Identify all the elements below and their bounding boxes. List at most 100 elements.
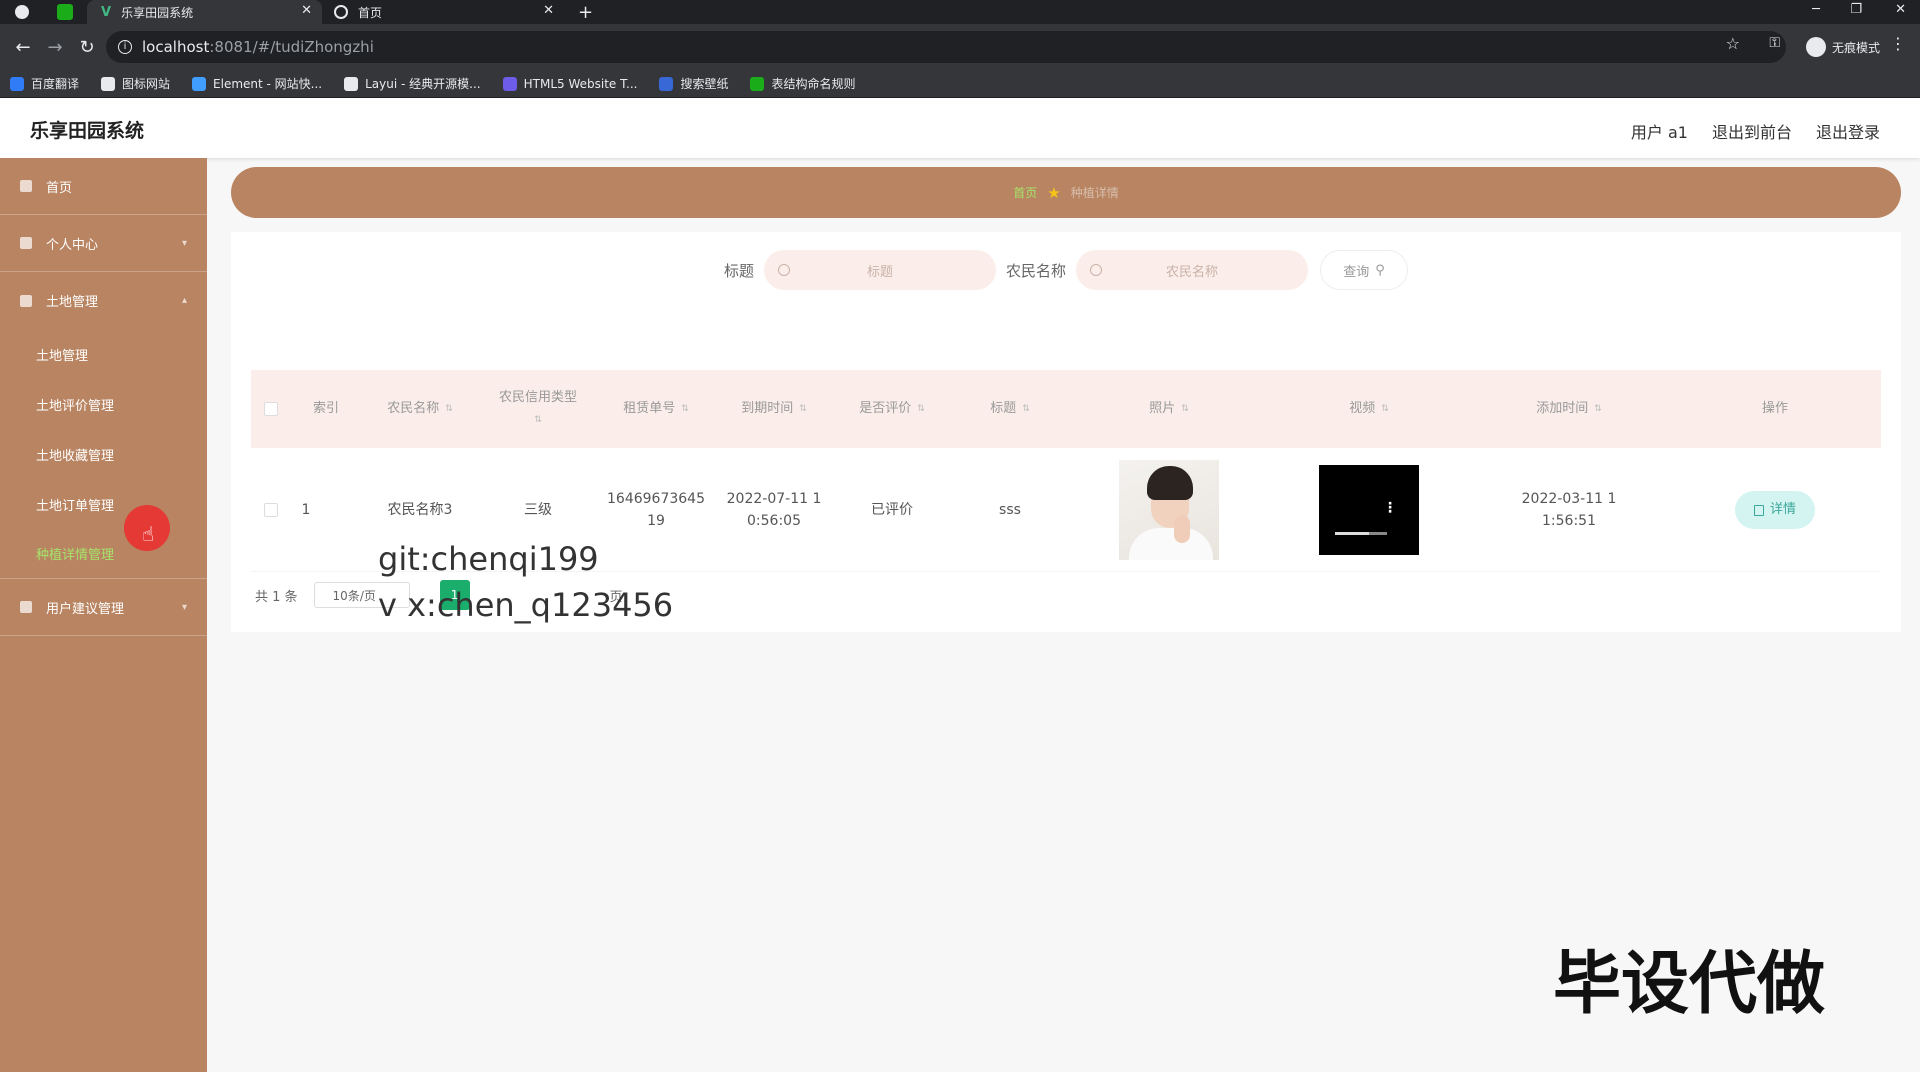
suggestion-icon (20, 601, 32, 613)
column-header[interactable]: 农民名称 ⇅ (361, 370, 479, 448)
column-header-label: 添加时间 (1536, 401, 1589, 416)
select-all-checkbox[interactable] (264, 402, 278, 416)
column-header[interactable]: 照片 ⇅ (1069, 370, 1269, 448)
star-icon: ★ (1047, 183, 1061, 202)
sort-icon[interactable]: ⇅ (1381, 398, 1389, 420)
video-player[interactable]: ⋮ (1319, 465, 1419, 555)
query-button[interactable]: 查询 ⚲ (1320, 250, 1409, 290)
browser-menu-icon[interactable]: ⋮ (1890, 34, 1906, 53)
bookmark-label: 图标网站 (122, 77, 171, 91)
farmer-name-label: 农民名称 (1006, 261, 1067, 280)
sort-icon[interactable]: ⇅ (445, 398, 453, 420)
info-icon[interactable]: i (118, 40, 132, 54)
forward-icon[interactable]: → (46, 37, 64, 58)
row-select-cell (251, 448, 291, 572)
app-title: 乐享田园系统 (30, 120, 145, 142)
farmer-name-search-input[interactable]: 农民名称 (1076, 250, 1309, 290)
sidebar-item-home[interactable]: 首页 (0, 158, 207, 215)
sort-icon[interactable]: ⇅ (534, 409, 542, 431)
detail-button[interactable]: 详情 (1735, 491, 1815, 529)
select-all-cell (251, 370, 291, 448)
sidebar-subitem-land-order[interactable]: 土地订单管理 (0, 479, 207, 529)
sidebar-subitem-planting-detail[interactable]: 种植详情管理 (0, 529, 207, 579)
chevron-down-icon: ▾ (181, 237, 187, 249)
sort-icon[interactable]: ⇅ (799, 398, 807, 420)
expire-time-line: 0:56:05 (747, 513, 801, 529)
title-placeholder: 标题 (866, 264, 893, 280)
video-progress-bar[interactable] (1335, 532, 1387, 535)
sidebar-subitem-land-favorite[interactable]: 土地收藏管理 (0, 429, 207, 479)
bookmark-star-icon[interactable]: ☆ (1726, 34, 1740, 53)
table-header: 索引 农民名称 ⇅ 农民信用类型 ⇅ 租赁单号 ⇅ 到期时间 ⇅ 是否评价 ⇅ 标题 ⇅ 照… (251, 370, 1881, 448)
bookmark-item[interactable]: 图标网站 (101, 75, 170, 92)
query-button-label: 查询 (1343, 264, 1370, 280)
column-header[interactable]: 视频 ⇅ (1269, 370, 1469, 448)
row-checkbox[interactable] (264, 503, 278, 517)
video-cell: ⋮ (1269, 448, 1469, 572)
bookmarks-bar: 百度翻译 图标网站 Element - 网站快... Layui - 经典开源模… (0, 70, 1920, 98)
breadcrumb-home[interactable]: 首页 (1013, 184, 1037, 201)
title-cell: sss (999, 502, 1021, 518)
new-tab-icon[interactable]: + (578, 2, 593, 23)
farmer-photo[interactable] (1119, 460, 1219, 560)
sort-icon[interactable]: ⇅ (681, 398, 689, 420)
sidebar-subitem-land[interactable]: 土地管理 (0, 329, 207, 379)
bookmark-item[interactable]: HTML5 Website T... (502, 76, 637, 91)
bookmark-item[interactable]: 表结构命名规则 (750, 75, 855, 92)
watermark-corner: 毕设代做 (1553, 945, 1826, 1024)
bookmark-item[interactable]: Layui - 经典开源模... (344, 75, 481, 92)
sort-icon[interactable]: ⇅ (1594, 398, 1602, 420)
title-search-input[interactable]: 标题 (764, 250, 996, 290)
farmer-name-placeholder: 农民名称 (1166, 264, 1219, 280)
restore-icon[interactable]: ❐ (1850, 2, 1862, 17)
search-bar: 标题 标题 农民名称 农民名称 查询 ⚲ (231, 250, 1901, 290)
sort-icon[interactable]: ⇅ (917, 398, 925, 420)
chevron-up-icon: ▴ (181, 295, 187, 306)
sidebar-item-profile[interactable]: 个人中心 ▾ (0, 215, 207, 272)
sidebar-item-land[interactable]: 土地管理 ▴ (0, 272, 207, 329)
watermark-contact: v x:chen_q123456 (378, 586, 674, 624)
column-header-label: 到期时间 (741, 401, 794, 416)
window-close-icon[interactable]: ✕ (1895, 2, 1906, 17)
search-icon: ⚲ (1375, 262, 1385, 278)
sort-icon[interactable]: ⇅ (1022, 398, 1030, 420)
reload-icon[interactable]: ↻ (78, 37, 96, 58)
photo-shirt (1129, 528, 1213, 560)
video-menu-icon[interactable]: ⋮ (1383, 497, 1397, 519)
browser-tab-bar: V 乐享田园系统 ✕ 首页 ✕ + ─ ❐ ✕ (0, 0, 1920, 24)
column-header[interactable]: 添加时间 ⇅ (1469, 370, 1669, 448)
hand-cursor-icon: ☝ (142, 522, 155, 546)
profile-button[interactable]: 无痕模式 (1805, 37, 1880, 57)
back-icon[interactable]: ← (14, 37, 32, 58)
column-header[interactable]: 到期时间 ⇅ (715, 370, 833, 448)
logout-link[interactable]: 退出登录 (1816, 119, 1880, 143)
column-header[interactable]: 是否评价 ⇅ (833, 370, 951, 448)
tab-app[interactable]: V 乐享田园系统 ✕ (87, 0, 322, 24)
incognito-icon (1805, 37, 1826, 57)
close-icon[interactable]: ✕ (543, 3, 554, 18)
sort-icon[interactable]: ⇅ (1181, 398, 1189, 420)
close-icon[interactable]: ✕ (301, 3, 312, 18)
globe-icon (334, 5, 348, 19)
bookmark-item[interactable]: 搜索壁纸 (659, 75, 728, 92)
watermark-git: git:chenqi199 (378, 540, 599, 578)
url-host: localhost (142, 38, 210, 56)
back-to-frontend-link[interactable]: 退出到前台 (1712, 119, 1792, 143)
tab-home[interactable]: 首页 ✕ (334, 0, 564, 24)
bookmark-item[interactable]: 百度翻译 (10, 75, 79, 92)
key-icon[interactable]: ⚿ (1769, 35, 1780, 51)
sidebar-item-label: 用户建议管理 (46, 601, 125, 617)
added-time-cell: 2022-03-11 1 1:56:51 (1469, 448, 1669, 572)
column-header[interactable]: 租赁单号 ⇅ (597, 370, 715, 448)
url-input[interactable]: i localhost:8081/#/tudiZhongzhi (106, 31, 1786, 63)
app-favicon-icon[interactable] (57, 4, 73, 20)
bookmark-item[interactable]: Element - 网站快... (192, 75, 322, 92)
column-header[interactable]: 农民信用类型 ⇅ (479, 370, 597, 448)
current-user-link[interactable]: 用户 a1 (1631, 119, 1688, 143)
photo-hand (1174, 515, 1190, 543)
sidebar-subitem-land-review[interactable]: 土地评价管理 (0, 379, 207, 429)
column-header[interactable]: 标题 ⇅ (951, 370, 1069, 448)
minimize-icon[interactable]: ─ (1812, 2, 1820, 17)
column-header-label: 是否评价 (859, 401, 912, 416)
sidebar-item-suggestions[interactable]: 用户建议管理 ▾ (0, 579, 207, 636)
